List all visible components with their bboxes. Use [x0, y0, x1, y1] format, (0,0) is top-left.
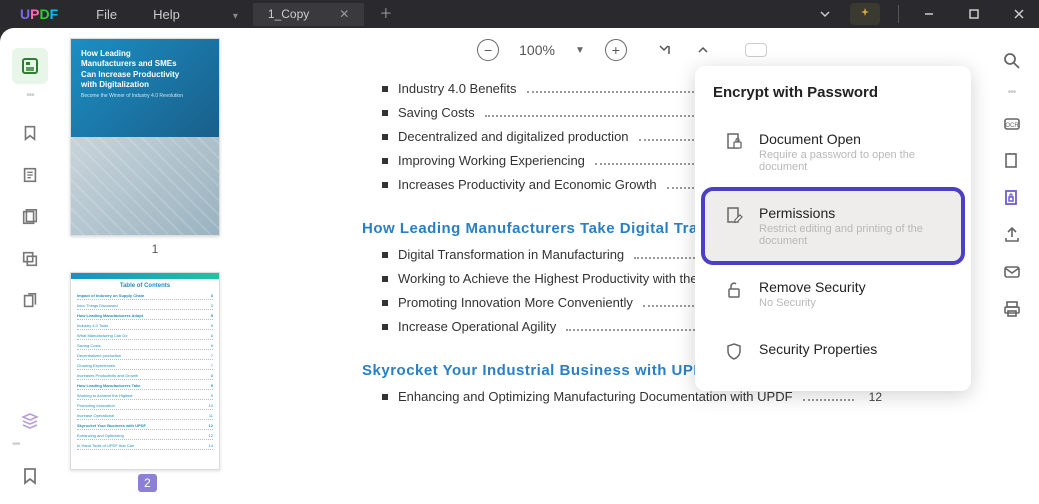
email-icon[interactable]: [1001, 261, 1023, 283]
popup-item-remove-security[interactable]: Remove Security No Security: [705, 265, 961, 323]
section-heading: Skyrocket Your Industrial Business with …: [362, 362, 714, 379]
left-toolbar: ••• •••: [0, 28, 60, 504]
toc-entry-text: Decentralized and digitalized production: [398, 129, 629, 144]
encrypt-popup: Encrypt with Password Document Open Requ…: [695, 66, 971, 391]
shield-icon: [723, 341, 745, 363]
section-heading: How Leading Manufacturers Take Digital T…: [362, 220, 752, 237]
bullet-icon: [382, 158, 388, 164]
menu-help[interactable]: Help: [135, 7, 198, 22]
toc-entry-text: Industry 4.0 Benefits: [398, 81, 517, 96]
bullet-icon: [382, 182, 388, 188]
popup-item-security-properties[interactable]: Security Properties: [705, 327, 961, 377]
bookmark-tool-icon[interactable]: [12, 115, 48, 151]
page-input[interactable]: [745, 43, 767, 57]
thumbnail-number: 1: [70, 236, 240, 262]
thumbnail-panel: How Leading Manufacturers and SMEs Can I…: [60, 28, 260, 504]
search-icon[interactable]: [1001, 50, 1023, 72]
app-logo: UPDF: [0, 6, 78, 22]
thumb-text: How Leading: [81, 49, 131, 58]
bookmark-icon[interactable]: [12, 458, 48, 494]
toc-entry-text: Saving Costs: [398, 105, 475, 120]
tab-close-icon[interactable]: ✕: [339, 7, 349, 21]
bullet-icon: [382, 394, 388, 400]
zoom-dropdown-icon[interactable]: ▼: [575, 45, 585, 56]
ai-sparkle-icon[interactable]: [850, 3, 880, 25]
bullet-icon: [382, 110, 388, 116]
thumb-text: Manufacturers and SMEs: [81, 59, 177, 68]
thumbnail-page-2[interactable]: Table of Contents Impact of Industry on …: [70, 272, 240, 492]
toc-entry-text: Digital Transformation in Manufacturing: [398, 247, 624, 262]
unlock-icon: [723, 279, 745, 301]
new-tab-button[interactable]: ＋: [364, 3, 407, 26]
thumb-text: Table of Contents: [77, 283, 213, 289]
maximize-button[interactable]: [954, 0, 994, 28]
toc-entry[interactable]: Enhancing and Optimizing Manufacturing D…: [382, 389, 882, 404]
popup-item-document-open[interactable]: Document Open Require a password to open…: [705, 117, 961, 187]
right-toolbar: ••• OCR: [984, 28, 1039, 504]
thumb-text: with Digitalization: [81, 80, 149, 89]
prev-page-icon[interactable]: [696, 43, 710, 57]
popup-item-desc: No Security: [759, 297, 866, 309]
toc-entry-text: Improving Working Experiencing: [398, 153, 585, 168]
popup-item-permissions[interactable]: Permissions Restrict editing and printin…: [705, 191, 961, 261]
toc-entry-text: Promoting Innovation More Conveniently: [398, 295, 633, 310]
copy-tool-icon[interactable]: [12, 283, 48, 319]
toc-page-num: 12: [864, 390, 882, 404]
bullet-icon: [382, 252, 388, 258]
menu-file[interactable]: File: [78, 7, 135, 22]
rail-separator: •••: [1008, 87, 1016, 98]
bullet-icon: [382, 276, 388, 282]
rail-separator: •••: [12, 439, 48, 450]
thumbnails-icon[interactable]: [12, 48, 48, 84]
ocr-icon[interactable]: OCR: [1001, 113, 1023, 135]
popup-title: Encrypt with Password: [695, 80, 971, 113]
zoom-out-button[interactable]: −: [477, 39, 499, 61]
toc-entry-text: Enhancing and Optimizing Manufacturing D…: [398, 389, 793, 404]
title-bar: UPDF File Help ▾ 1_Copy ✕ ＋: [0, 0, 1039, 28]
popup-item-label: Security Properties: [759, 341, 877, 357]
bullet-icon: [382, 324, 388, 330]
bullet-icon: [382, 86, 388, 92]
print-icon[interactable]: [1001, 298, 1023, 320]
bullet-icon: [382, 300, 388, 306]
popup-item-label: Permissions: [759, 205, 943, 221]
protect-icon[interactable]: [1001, 187, 1023, 209]
document-lock-icon: [723, 131, 745, 153]
popup-item-desc: Restrict editing and printing of the doc…: [759, 223, 943, 247]
tab-title: 1_Copy: [268, 7, 309, 21]
toc-entry-text: Working to Achieve the Highest Productiv…: [398, 271, 725, 286]
tab-pinned[interactable]: ▾: [218, 3, 253, 26]
popup-item-desc: Require a password to open the document: [759, 149, 943, 173]
rail-separator: •••: [26, 90, 34, 101]
close-button[interactable]: [999, 0, 1039, 28]
thumb-text: Can Increase Productivity: [81, 70, 179, 79]
toc-entry-text: Increases Productivity and Economic Grow…: [398, 177, 657, 192]
toc-entry-text: Increase Operational Agility: [398, 319, 556, 334]
tab-document[interactable]: 1_Copy ✕: [253, 3, 364, 26]
thumbnail-number-selected: 2: [138, 474, 157, 492]
popup-item-label: Document Open: [759, 131, 943, 147]
layers-stack-icon[interactable]: [12, 403, 48, 439]
dropdown-icon[interactable]: [805, 0, 845, 28]
bullet-icon: [382, 134, 388, 140]
minimize-button[interactable]: [909, 0, 949, 28]
thumb-text: Become the Winner of Industry 4.0 Revolu…: [81, 93, 183, 99]
thumbnail-page-1[interactable]: How Leading Manufacturers and SMEs Can I…: [70, 38, 240, 262]
crop-icon[interactable]: [1001, 150, 1023, 172]
popup-item-label: Remove Security: [759, 279, 866, 295]
svg-text:OCR: OCR: [1005, 123, 1019, 129]
document-edit-icon: [723, 205, 745, 227]
attachments-icon[interactable]: [12, 199, 48, 235]
zoom-level: 100%: [519, 42, 555, 58]
zoom-in-button[interactable]: +: [605, 39, 627, 61]
first-page-icon[interactable]: [657, 43, 671, 57]
layers-tool-icon[interactable]: [12, 241, 48, 277]
share-icon[interactable]: [1001, 224, 1023, 246]
annotations-icon[interactable]: [12, 157, 48, 193]
